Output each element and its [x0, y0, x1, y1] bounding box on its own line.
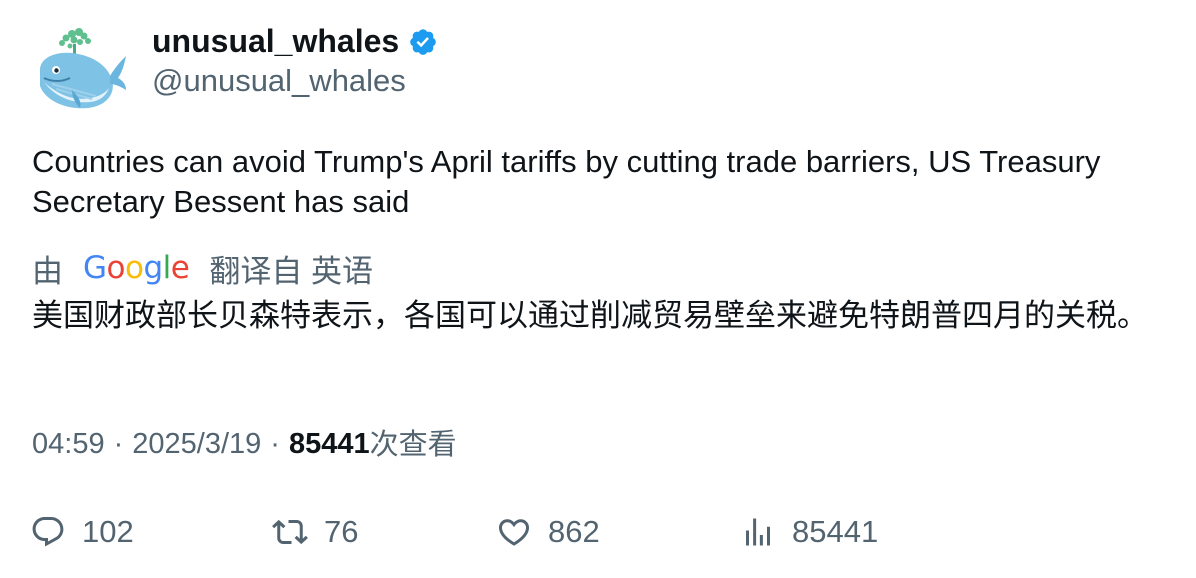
retweet-count: 76	[324, 514, 359, 549]
translation-attribution: 由 Google 翻译自 英语	[32, 248, 373, 289]
author-name-row[interactable]: unusual_whales	[152, 22, 438, 60]
translated-tweet-text: 美国财政部长贝森特表示，各国可以通过削减贸易壁垒来避免特朗普四月的关税。	[32, 298, 1148, 334]
like-button[interactable]: 862	[496, 510, 600, 554]
author-handle[interactable]: @unusual_whales	[152, 63, 406, 99]
reply-count: 102	[82, 514, 134, 549]
views-action-count: 85441	[792, 514, 879, 549]
meta-separator: ·	[113, 428, 124, 460]
views-count: 85441	[288, 428, 370, 460]
action-bar: 102 76 862 85441	[0, 510, 1196, 554]
whale-avatar[interactable]	[32, 26, 128, 112]
views-button[interactable]: 85441	[740, 510, 878, 554]
verified-badge-icon	[410, 29, 436, 55]
tweet-meta: 04:59 · 2025/3/19 · 85441 次查看	[32, 425, 457, 463]
retweet-button[interactable]: 76	[272, 510, 358, 554]
tweet-date[interactable]: 2025/3/19	[132, 425, 261, 463]
tweet-text: Countries can avoid Trump's April tariff…	[32, 144, 1101, 219]
tweet-time[interactable]: 04:59	[32, 425, 105, 463]
translation-suffix: 翻译自 英语	[209, 253, 373, 289]
google-logo: Google	[83, 250, 190, 286]
reply-button[interactable]: 102	[30, 510, 134, 554]
translation-prefix: 由	[32, 253, 63, 289]
author-display-name[interactable]: unusual_whales	[152, 22, 399, 60]
views-chart-icon	[746, 518, 770, 546]
views-label: 次查看	[369, 427, 457, 461]
retweet-icon	[272, 519, 308, 545]
heart-icon	[498, 519, 530, 546]
like-count: 862	[548, 514, 600, 549]
reply-icon	[32, 517, 64, 547]
meta-separator: ·	[270, 428, 280, 460]
